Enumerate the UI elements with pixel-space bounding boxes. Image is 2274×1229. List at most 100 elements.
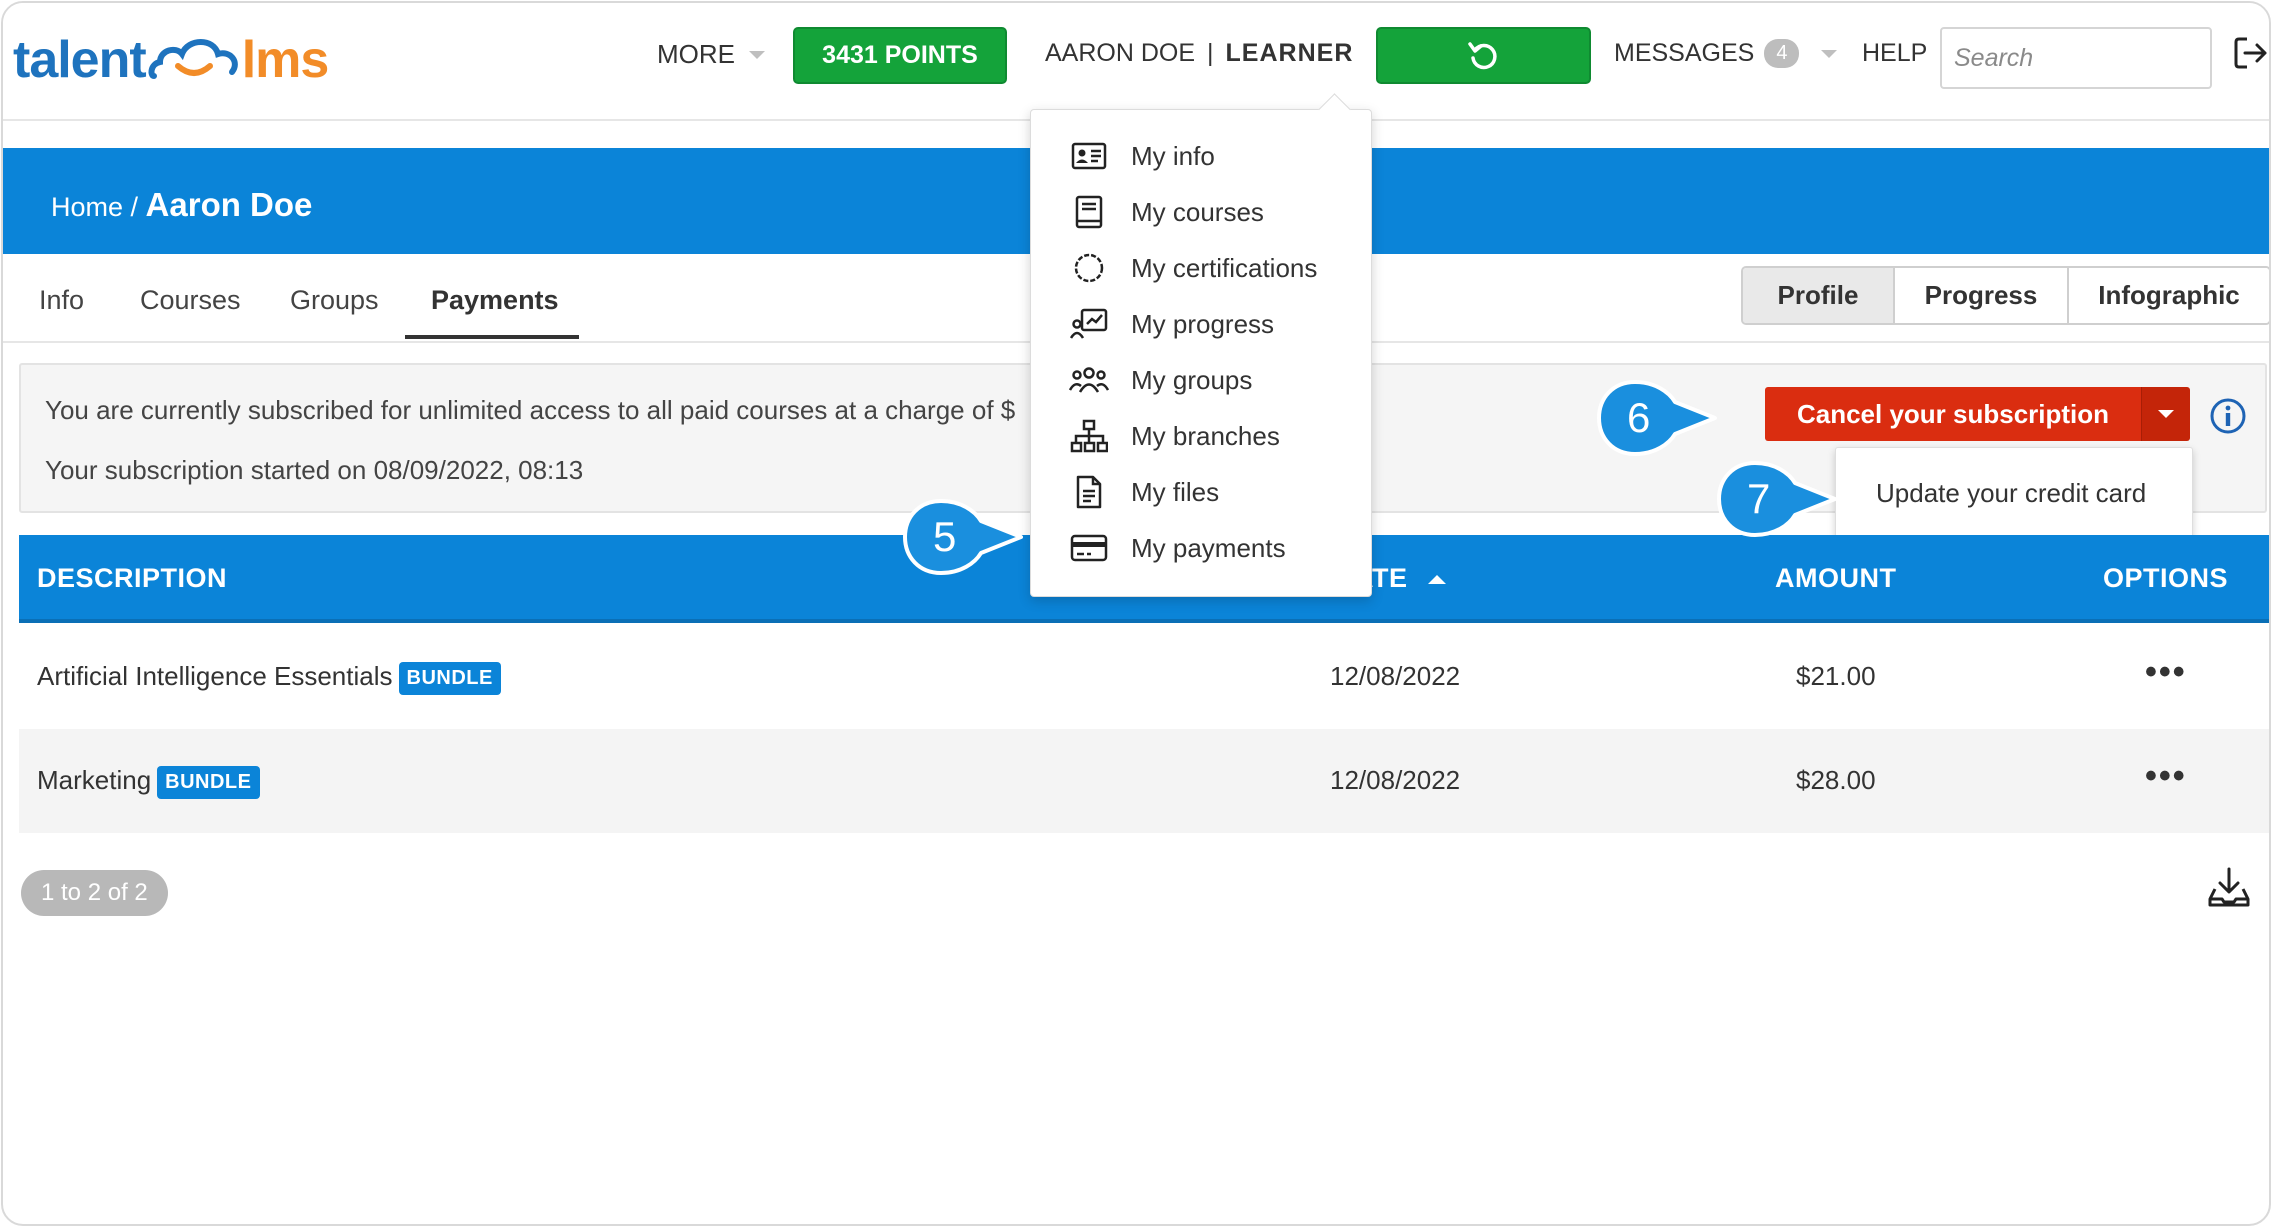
- bundle-badge: BUNDLE: [157, 765, 260, 799]
- column-header-description[interactable]: DESCRIPTION: [37, 563, 227, 594]
- book-icon: [1069, 194, 1109, 230]
- breadcrumb-home-link[interactable]: Home /: [51, 192, 138, 222]
- column-header-amount[interactable]: AMOUNT: [1775, 563, 1896, 594]
- menu-item-my-files[interactable]: My files: [1069, 472, 1219, 512]
- points-label: 3431 POINTS: [822, 41, 978, 69]
- sitemap-icon: [1069, 418, 1109, 454]
- messages-count-badge: 4: [1764, 39, 1800, 68]
- refresh-icon: [1467, 41, 1497, 69]
- bundle-badge: BUNDLE: [398, 661, 501, 695]
- cancel-subscription-button[interactable]: Cancel your subscription: [1765, 387, 2141, 441]
- logo-text-lms: lms: [241, 31, 330, 89]
- user-separator: |: [1207, 39, 1214, 67]
- top-bar: talent lms MORE 3431 POINTS AARON DOE | …: [3, 3, 2269, 121]
- payment-amount: $21.00: [1796, 661, 1876, 691]
- step-callout-marker: [1597, 380, 1717, 456]
- payment-description: Marketing BUNDLE: [37, 765, 260, 799]
- menu-item-my-progress[interactable]: My progress: [1069, 304, 1274, 344]
- logout-button[interactable]: [2231, 33, 2269, 78]
- more-menu[interactable]: MORE: [657, 39, 765, 70]
- step-callout-marker: [903, 499, 1023, 575]
- talentlms-logo[interactable]: talent lms: [13, 25, 330, 95]
- menu-item-label: My branches: [1131, 420, 1280, 451]
- chevron-down-icon: [749, 50, 765, 59]
- users-icon: [1069, 362, 1109, 398]
- step-number: 7: [1747, 475, 1771, 522]
- subscription-info-text: You are currently subscribed for unlimit…: [45, 395, 1016, 425]
- menu-item-my-certifications[interactable]: My certifications: [1069, 248, 1317, 288]
- menu-item-label: My info: [1131, 140, 1215, 171]
- profile-view-button[interactable]: Profile: [1743, 268, 1895, 323]
- progress-chart-icon: [1069, 306, 1109, 342]
- progress-view-button[interactable]: Progress: [1895, 268, 2069, 323]
- app-window: talent lms MORE 3431 POINTS AARON DOE | …: [1, 1, 2271, 1226]
- tab-courses[interactable]: Courses: [140, 285, 241, 316]
- tab-groups[interactable]: Groups: [290, 285, 379, 316]
- menu-item-my-courses[interactable]: My courses: [1069, 192, 1264, 232]
- id-card-icon: [1069, 138, 1109, 174]
- step-number: 6: [1627, 394, 1651, 441]
- info-button[interactable]: [2209, 397, 2247, 440]
- menu-item-label: My groups: [1131, 364, 1253, 395]
- credit-card-icon: [1069, 530, 1109, 566]
- view-switcher: Profile Progress Infographic: [1741, 266, 2269, 325]
- help-link[interactable]: HELP: [1862, 39, 1927, 68]
- tab-info[interactable]: Info: [39, 285, 84, 316]
- subscription-start-text: Your subscription started on 08/09/2022,…: [45, 455, 584, 485]
- more-label: MORE: [657, 39, 735, 69]
- logo-text-talent: talent: [13, 31, 147, 89]
- cancel-subscription-split-button: Cancel your subscription: [1765, 387, 2190, 441]
- cloud-logo-icon: [148, 39, 238, 79]
- payment-date: 12/08/2022: [1330, 765, 1461, 795]
- active-tab-indicator: [405, 335, 579, 339]
- menu-item-label: My certifications: [1131, 252, 1318, 283]
- row-options-icon[interactable]: •••: [2145, 653, 2187, 692]
- pagination-info: 1 to 2 of 2: [21, 870, 168, 916]
- description-text: Artificial Intelligence Essentials: [37, 661, 393, 691]
- points-button[interactable]: 3431 POINTS: [793, 27, 1007, 84]
- user-menu[interactable]: AARON DOE | LEARNER: [1045, 39, 1396, 68]
- chevron-down-icon: [1821, 49, 1838, 58]
- user-name: AARON DOE: [1045, 39, 1196, 67]
- step-6-callout: 6: [1595, 378, 1725, 463]
- menu-item-label: My files: [1131, 476, 1220, 507]
- badge-icon: [1069, 250, 1109, 286]
- user-dropdown-menu: My info My courses My certifications My …: [1030, 93, 1372, 597]
- cancel-options-toggle[interactable]: [2141, 387, 2190, 441]
- messages-menu[interactable]: MESSAGES 4: [1614, 39, 1838, 68]
- step-number: 5: [933, 513, 957, 560]
- file-icon: [1069, 474, 1109, 510]
- step-callout-marker: [1717, 461, 1837, 537]
- download-icon: [2208, 867, 2250, 907]
- info-icon: [2210, 398, 2246, 434]
- description-text: Marketing: [37, 765, 152, 795]
- menu-item-my-branches[interactable]: My branches: [1069, 416, 1280, 456]
- menu-item-my-groups[interactable]: My groups: [1069, 360, 1252, 400]
- step-7-callout: 7: [1715, 459, 1845, 544]
- table-row: Marketing BUNDLE 12/08/2022 $28.00 •••: [19, 729, 2269, 833]
- subscription-options-menu: Update your credit card: [1835, 447, 2193, 539]
- payment-description: Artificial Intelligence Essentials BUNDLE: [37, 661, 501, 695]
- menu-item-label: My progress: [1131, 308, 1275, 339]
- chevron-down-icon: [2158, 410, 2174, 418]
- logout-icon: [2234, 37, 2267, 69]
- menu-item-my-info[interactable]: My info: [1069, 136, 1215, 176]
- sort-ascending-icon: [1427, 575, 1446, 585]
- column-header-options: OPTIONS: [2103, 563, 2229, 593]
- row-options-icon[interactable]: •••: [2145, 757, 2187, 796]
- menu-item-my-payments[interactable]: My payments: [1069, 528, 1286, 568]
- infographic-view-button[interactable]: Infographic: [2069, 268, 2269, 323]
- export-button[interactable]: [2207, 865, 2251, 914]
- payment-date: 12/08/2022: [1330, 661, 1461, 691]
- search-input[interactable]: [1940, 27, 2212, 89]
- tab-payments[interactable]: Payments: [431, 285, 559, 316]
- menu-item-label: My courses: [1131, 196, 1264, 227]
- payment-amount: $28.00: [1796, 765, 1876, 795]
- menu-item-label: My payments: [1131, 532, 1286, 563]
- user-role: LEARNER: [1225, 39, 1354, 67]
- update-credit-card-option[interactable]: Update your credit card: [1876, 478, 2146, 509]
- step-5-callout: 5: [901, 497, 1031, 582]
- refresh-button[interactable]: [1376, 27, 1591, 84]
- messages-label: MESSAGES: [1614, 39, 1755, 67]
- breadcrumb: Home / Aaron Doe: [51, 186, 312, 224]
